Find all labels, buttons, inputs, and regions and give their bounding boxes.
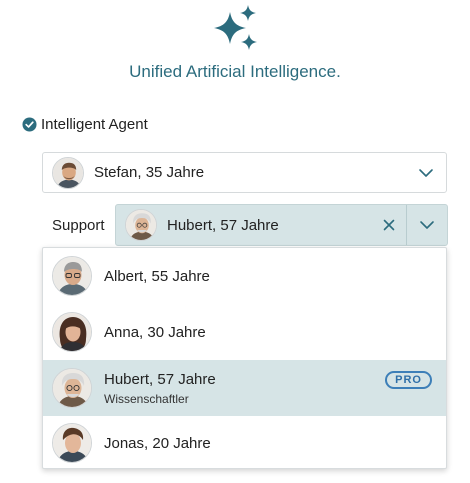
support-person-select[interactable]: Hubert, 57 Jahre — [115, 204, 448, 246]
option-subtitle: Wissenschaftler — [104, 391, 189, 406]
avatar-anna — [52, 312, 92, 352]
dropdown-option-hubert[interactable]: Hubert, 57 Jahre Wissenschaftler PRO — [43, 360, 446, 416]
avatar-hubert — [125, 209, 157, 241]
option-name: Anna, 30 Jahre — [104, 323, 206, 341]
support-dropdown-list: Albert, 55 Jahre Anna, 30 Jahre Hubert, … — [42, 247, 447, 469]
chevron-down-icon — [420, 221, 434, 229]
pro-badge: PRO — [385, 371, 432, 389]
dropdown-option-albert[interactable]: Albert, 55 Jahre — [43, 248, 446, 304]
chevron-down-icon[interactable] — [418, 165, 434, 181]
option-name: Jonas, 20 Jahre — [104, 434, 211, 452]
sparkle-icon — [214, 5, 257, 50]
avatar-hubert — [52, 368, 92, 408]
intelligent-agent-label: Intelligent Agent — [41, 116, 148, 133]
clear-selection-button[interactable] — [372, 204, 406, 246]
avatar-albert — [52, 256, 92, 296]
intelligent-agent-checkbox[interactable]: Intelligent Agent — [22, 116, 148, 133]
dropdown-toggle-button[interactable] — [407, 204, 447, 246]
option-name: Albert, 55 Jahre — [104, 267, 210, 285]
option-name: Hubert, 57 Jahre — [104, 370, 216, 388]
dropdown-option-anna[interactable]: Anna, 30 Jahre — [43, 304, 446, 360]
support-label: Support — [52, 217, 105, 234]
primary-select-value: Stefan, 35 Jahre — [94, 164, 205, 181]
avatar-jonas — [52, 423, 92, 463]
avatar-stefan — [52, 156, 84, 189]
close-icon — [383, 219, 395, 231]
check-circle-icon — [22, 117, 37, 132]
support-select-value: Hubert, 57 Jahre — [167, 216, 279, 234]
primary-person-select[interactable]: Stefan, 35 Jahre — [42, 152, 447, 193]
brand-title: Unified Artificial Intelligence. — [129, 62, 341, 81]
dropdown-option-jonas[interactable]: Jonas, 20 Jahre — [43, 416, 446, 468]
